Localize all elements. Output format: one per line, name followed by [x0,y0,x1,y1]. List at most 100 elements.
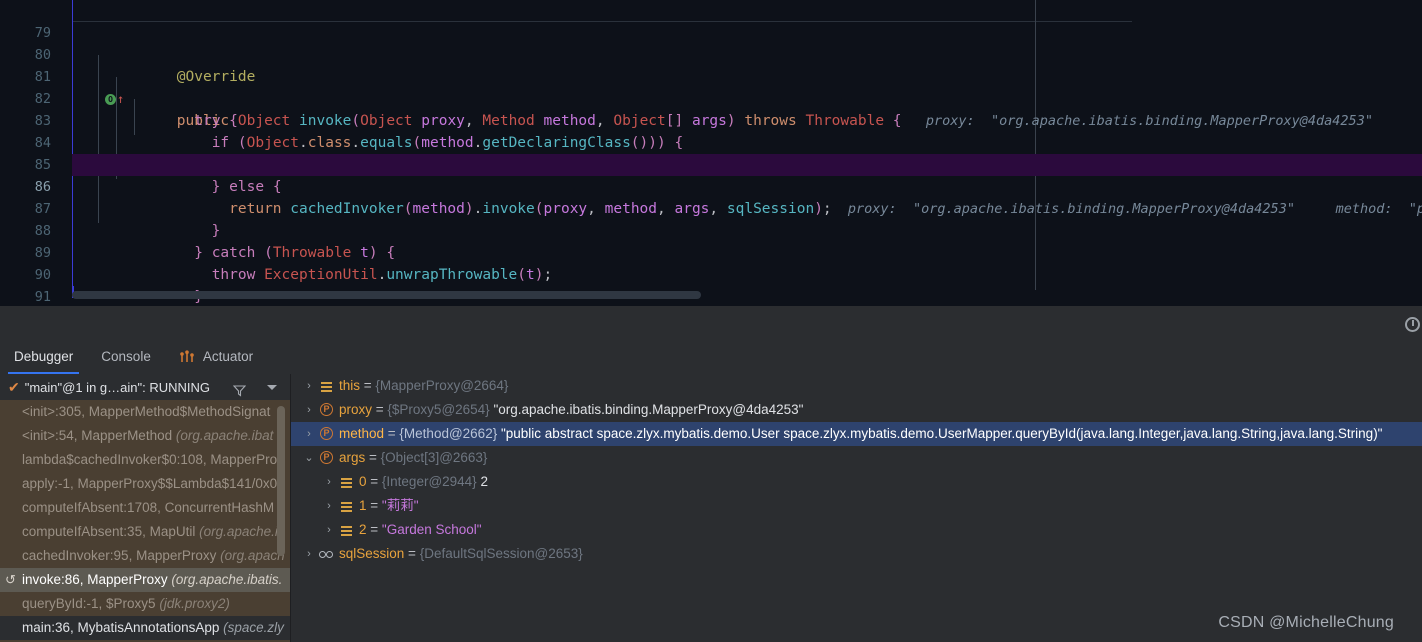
variable-row-this[interactable]: › this = {MapperProxy@2664} [291,374,1422,398]
editor-text-area[interactable]: 79 80 @Override 81 O ↑ public Object invo… [35,0,1422,306]
debug-panel-toolbar [0,306,1422,342]
frame-text: invoke:86, MapperProxy [22,572,172,587]
code-line-83[interactable]: 83 if (Object.class.equals(method.getDec… [35,88,1422,151]
list-item[interactable]: main:36, MybatisAnnotationsApp (space.zl… [0,616,290,640]
code-line-89[interactable]: 89 throw ExceptionUtil.unwrapThrowable(t… [35,220,1422,283]
field-icon [339,494,355,518]
list-item[interactable]: computeIfAbsent:35, MapUtil (org.apache.… [0,520,290,544]
variables-tree[interactable]: › this = {MapperProxy@2664} › Pproxy = {$P… [291,374,1422,642]
code-line-84[interactable]: 84 return method.invoke(obj:this, args); [35,110,1422,173]
frame-package: (org.apach [220,548,285,563]
chevron-right-icon[interactable]: › [299,542,319,566]
variable-row-args[interactable]: ⌄ Pargs = {Object[3]@2663} [291,446,1422,470]
code-line-79[interactable]: 79 [35,0,1422,41]
line-number: 84 [34,135,51,151]
scrollbar-thumb[interactable] [277,406,285,556]
list-item[interactable]: computeIfAbsent:1708, ConcurrentHashM [0,496,290,520]
line-number: 89 [34,245,51,261]
tab-console[interactable]: Console [87,342,165,374]
list-item[interactable]: <init>:54, MapperMethod (org.apache.ibat [0,424,290,448]
list-item[interactable]: apply:-1, MapperProxy$$Lambda$141/0x0 [0,472,290,496]
list-item[interactable]: queryById:-1, $Proxy5 (jdk.proxy2) [0,592,290,616]
thread-running-check-icon: ✔ [8,379,20,395]
debug-tabs: Debugger Console Actuator [0,342,1422,374]
list-item[interactable]: cachedInvoker:95, MapperProxy (org.apach [0,544,290,568]
thread-selector[interactable]: ✔ "main"@1 in g…ain": RUNNING [0,374,290,400]
variable-name: method [339,426,385,441]
chevron-right-icon[interactable]: › [299,398,319,422]
frame-text: queryById:-1, $Proxy5 [22,596,160,611]
frames-list[interactable]: <init>:305, MapperMethod$MethodSignat <i… [0,400,290,642]
code-line-86-current[interactable]: 86 return cachedInvoker(method).invoke(p… [35,154,1422,217]
code-line-81[interactable]: 81 O ↑ public Object invoke(Object proxy,… [35,44,1422,129]
code-line-91[interactable]: 91 } [35,264,1422,305]
run-widget-icon[interactable] [1405,317,1420,332]
code-line-82[interactable]: 82 try { [35,66,1422,129]
variable-name: proxy [339,402,373,417]
list-item[interactable]: lambda$cachedInvoker$0:108, MapperProx [0,448,290,472]
chevron-down-icon[interactable] [267,385,277,390]
variable-type: {Integer@2944} [381,474,477,489]
variable-name: args [339,450,366,465]
scrollbar-thumb[interactable] [72,291,701,299]
frame-package: (space.zly [223,620,284,635]
variable-type: {MapperProxy@2664} [375,378,509,393]
variable-row-args-0[interactable]: › 0 = {Integer@2944} 2 [291,470,1422,494]
frame-package: (org.apache.ibat [175,428,274,443]
equals-sign: = [372,402,388,417]
tab-label: Console [101,349,151,364]
chevron-right-icon[interactable]: › [299,422,319,446]
ide-window: 79 80 @Override 81 O ↑ public Object invo… [0,0,1422,642]
code-line-90[interactable]: 90 } [35,242,1422,305]
parameter-icon: P [319,422,335,446]
editor-horizontal-scrollbar[interactable] [72,291,1422,300]
variable-row-method[interactable]: › Pmethod = {Method@2662} "public abstrac… [291,422,1422,446]
frames-scrollbar[interactable] [277,400,286,642]
code-line-80[interactable]: 80 @Override [35,22,1422,85]
chevron-right-icon[interactable]: › [299,374,319,398]
variable-row-args-2[interactable]: › 2 = "Garden School" [291,518,1422,542]
actuator-icon [179,344,195,362]
variable-name: this [339,378,361,393]
list-item-selected-frame[interactable]: ↺ invoke:86, MapperProxy (org.apache.ibat… [0,568,290,592]
equals-sign: = [366,498,382,513]
code-line-87[interactable]: 87 } [35,176,1422,239]
variable-value: "Garden School" [381,522,482,537]
frame-text: cachedInvoker:95, MapperProxy [22,548,221,563]
field-icon [339,470,355,494]
equals-sign: = [384,426,400,441]
variable-value: "public abstract space.zlyx.mybatis.demo… [500,426,1383,441]
line-number: 82 [34,91,51,107]
chevron-down-icon[interactable]: ⌄ [299,446,319,470]
code-editor[interactable]: 79 80 @Override 81 O ↑ public Object invo… [0,0,1422,306]
chevron-right-icon[interactable]: › [319,470,339,494]
frame-text: computeIfAbsent:1708, ConcurrentHashM [22,500,275,515]
equals-sign: = [366,522,382,537]
variable-type: {DefaultSqlSession@2653} [419,546,583,561]
variable-value: "莉莉" [381,498,419,513]
code-line-85[interactable]: 85 } else { [35,132,1422,195]
filter-icon[interactable] [232,380,247,397]
parameter-icon: P [319,398,335,422]
variable-row-proxy[interactable]: › Pproxy = {$Proxy5@2654} "org.apache.iba… [291,398,1422,422]
list-item[interactable]: <init>:305, MapperMethod$MethodSignat [0,400,290,424]
tab-actuator[interactable]: Actuator [165,342,267,374]
variable-row-args-1[interactable]: › 1 = "莉莉" [291,494,1422,518]
variable-value: "org.apache.ibatis.binding.MapperProxy@4… [493,402,804,417]
field-icon [319,374,335,398]
variable-name: 1 [359,498,367,513]
frame-package: (org.apache.i [199,524,278,539]
code-line-88[interactable]: 88 } catch (Throwable t) { [35,198,1422,261]
watermark-text: CSDN @MichelleChung [1218,614,1394,631]
line-number: 79 [34,25,51,41]
infinity-icon [319,542,335,566]
variable-row-sqlsession[interactable]: › sqlSession = {DefaultSqlSession@2653} [291,542,1422,566]
field-icon [339,518,355,542]
parameter-icon: P [319,446,335,470]
variable-name: 0 [359,474,367,489]
tab-debugger[interactable]: Debugger [0,342,87,374]
tab-label: Actuator [202,349,254,364]
chevron-right-icon[interactable]: › [319,518,339,542]
chevron-right-icon[interactable]: › [319,494,339,518]
equals-sign: = [404,546,420,561]
